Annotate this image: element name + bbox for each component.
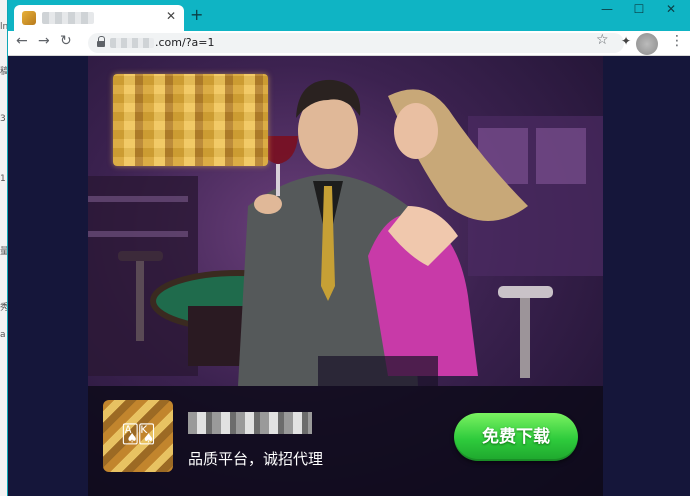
lock-icon [96, 36, 105, 47]
maximize-button[interactable]: ☐ [624, 2, 654, 16]
download-banner: 🂡🂮 品质平台，诚招代理 免费下载 [88, 386, 603, 496]
game-ad[interactable]: 🂡🂮 品质平台，诚招代理 免费下载 [88, 56, 603, 496]
back-button[interactable]: ← [16, 33, 28, 49]
close-window-button[interactable]: ✕ [656, 2, 686, 16]
address-bar[interactable]: .com/?a=1 [88, 33, 624, 53]
tab-close-icon[interactable]: ✕ [166, 9, 176, 23]
url-text: .com/?a=1 [155, 36, 215, 49]
bookmark-star-icon[interactable]: ☆ [596, 32, 609, 48]
free-download-button[interactable]: 免费下载 [454, 413, 578, 461]
tab-title-blurred [42, 12, 94, 24]
site-favicon-icon [22, 11, 36, 25]
profile-avatar[interactable] [636, 33, 658, 55]
game-logo-blurred [113, 74, 268, 166]
new-tab-button[interactable]: + [190, 5, 203, 24]
page-viewport: 🂡🂮 品质平台，诚招代理 免费下载 [8, 56, 690, 496]
tab-bar: ✕ + — ☐ ✕ [8, 0, 690, 31]
forward-button[interactable]: → [38, 33, 50, 49]
app-tagline: 品质平台，诚招代理 [188, 450, 324, 468]
reload-button[interactable]: ↻ [60, 33, 72, 49]
browser-menu-button[interactable]: ⋮ [670, 33, 684, 49]
app-icon: 🂡🂮 [103, 400, 173, 472]
browser-toolbar: ← → ↻ .com/?a=1 ☆ ✦ ⋮ [8, 31, 690, 56]
app-name-blurred [188, 412, 312, 434]
url-blurred [110, 38, 154, 48]
extension-puzzle-icon[interactable]: ✦ [621, 34, 631, 48]
active-tab[interactable]: ✕ [14, 5, 184, 31]
playing-cards-icon: 🂡🂮 [121, 424, 156, 445]
minimize-button[interactable]: — [592, 2, 622, 16]
browser-window: ✕ + — ☐ ✕ ← → ↻ .com/?a=1 ☆ ✦ ⋮ 🂡🂮 品质平台，… [7, 0, 690, 496]
